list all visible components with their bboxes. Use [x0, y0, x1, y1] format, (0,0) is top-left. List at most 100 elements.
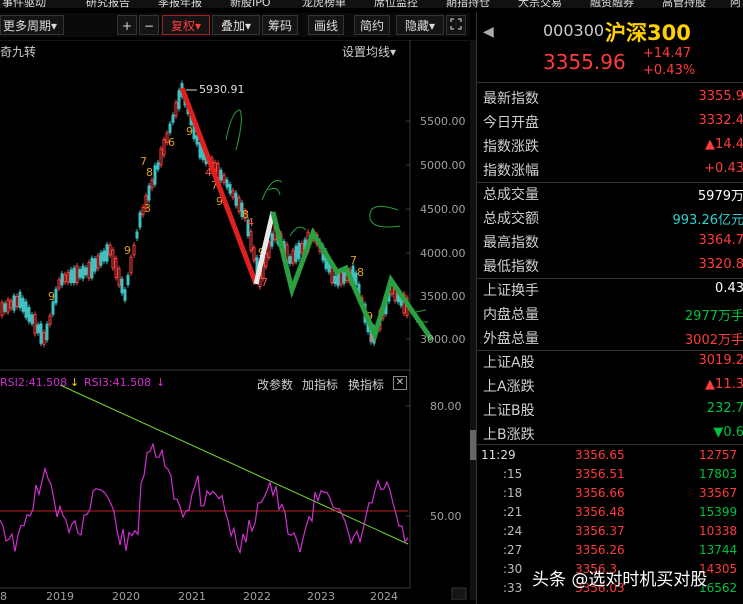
candle-body	[198, 142, 202, 158]
tick-time: :33	[503, 581, 523, 595]
chevron-down-icon: ▾	[194, 19, 202, 33]
menu-item[interactable]: 新股IPO	[230, 0, 271, 8]
zoom-in-button[interactable]: +	[117, 15, 137, 35]
menu-item[interactable]: 期指持仓	[446, 0, 490, 8]
menu-item[interactable]: 研究报告	[86, 0, 130, 8]
stat-label: 上B涨跌	[483, 427, 535, 443]
switch-indicator-button[interactable]: 换指标	[348, 376, 384, 393]
stat-label: 上证B股	[483, 403, 535, 419]
menu-item[interactable]: 高管持股	[662, 0, 706, 8]
adjust-dropdown[interactable]: 复权▾	[162, 15, 210, 35]
candle-body	[102, 250, 106, 262]
candle-body	[57, 279, 61, 289]
tick-price: 3356.51	[575, 467, 625, 481]
tick-row: :27 3356.26 13744	[477, 543, 743, 561]
candle-body	[3, 303, 7, 312]
candle-body	[333, 275, 337, 285]
tick-volume: 12757	[699, 448, 738, 462]
stat-label: 最低指数	[483, 259, 539, 275]
stat-label: 内盘总量	[483, 307, 539, 323]
add-indicator-button[interactable]: 加指标	[302, 376, 338, 393]
candle-body	[195, 135, 199, 145]
candle-body	[270, 233, 274, 247]
y-tick-label: 5000.00	[420, 159, 466, 172]
candle-body	[108, 244, 112, 256]
candle-body	[18, 291, 22, 309]
menu-item[interactable]: 阿	[730, 0, 741, 8]
candle-body	[12, 295, 16, 311]
candle-body	[291, 250, 295, 264]
stat-value: 5979万	[697, 189, 743, 204]
arrow-left-icon[interactable]: ◀	[483, 24, 494, 40]
stat-label: 指数涨幅	[483, 163, 539, 179]
candle-body	[171, 114, 175, 123]
candle-body	[87, 262, 91, 279]
menu-item[interactable]: 融资融券	[590, 0, 634, 8]
tick-time: :24	[503, 524, 523, 538]
stat-value: 2977万手	[684, 309, 743, 324]
change-params-button[interactable]: 改参数	[257, 376, 293, 393]
menu-item[interactable]: 大宗交易	[518, 0, 562, 8]
indicator-name[interactable]: 奇九转	[0, 43, 36, 60]
candle-body	[123, 289, 127, 301]
chart-toolbar: 更多周期▾ + − 复权▾ 叠加▾ 筹码 画线 简约 隐藏▾	[0, 13, 470, 37]
x-tick-label: 2024	[370, 590, 398, 603]
set-ma-button[interactable]: 设置均线▾	[342, 43, 396, 60]
rsi-y-tick: 80.00	[430, 400, 462, 413]
tick-row: :24 3356.37 10338	[477, 524, 743, 542]
candle-body	[81, 265, 85, 279]
candle-body	[51, 301, 55, 315]
candle-body	[60, 273, 64, 286]
candle-body	[27, 306, 31, 322]
stat-label: 最高指数	[483, 235, 539, 251]
tick-volume: 15399	[699, 505, 738, 519]
rsi3-readout: RSI3:41.508	[84, 376, 152, 389]
x-tick-label: 8	[0, 590, 7, 603]
tick-volume: 17803	[699, 467, 738, 481]
candle-body	[231, 190, 235, 198]
rsi-y-tick: 50.00	[430, 510, 462, 523]
tick-price: 3356.26	[575, 543, 625, 557]
stat-value: 3355.9	[698, 89, 743, 104]
stat-value: ▼0.6	[713, 425, 743, 440]
candle-body	[153, 165, 157, 185]
menu-item[interactable]: 龙虎榜单	[302, 0, 346, 8]
candle-body	[99, 252, 103, 266]
fullscreen-button[interactable]	[446, 15, 466, 35]
quote-code: 000300	[543, 21, 605, 40]
menu-item[interactable]: 事件驱动	[2, 0, 46, 8]
candle-body	[48, 315, 52, 325]
tick-time: 11:29	[481, 448, 516, 462]
tick-price: 3356.48	[575, 505, 625, 519]
candle-body	[9, 300, 13, 309]
candle-body	[84, 267, 88, 276]
candle-body	[177, 90, 181, 109]
stat-value: 3019.2	[698, 353, 743, 368]
candle-body	[15, 296, 19, 307]
tick-time: :21	[503, 505, 523, 519]
candle-body	[294, 245, 298, 263]
candle-body	[297, 242, 301, 260]
overlay-dropdown[interactable]: 叠加▾	[212, 15, 260, 35]
y-tick-label: 5500.00	[420, 115, 466, 128]
candle-body	[132, 244, 136, 256]
expand-icon	[450, 18, 462, 30]
menu-item[interactable]: 季报年报	[158, 0, 202, 8]
kline-chart-area[interactable]: 78 69 47 98 49 77 89 89 39 奇九转 设置均线▾ 593…	[0, 40, 470, 603]
stat-value: +0.43	[704, 161, 743, 176]
candle-body	[69, 269, 73, 284]
zoom-out-button[interactable]: −	[139, 15, 159, 35]
draw-line-button[interactable]: 画线	[308, 15, 344, 35]
chips-button[interactable]: 筹码	[262, 15, 298, 35]
menu-item[interactable]: 席位监控	[374, 0, 418, 8]
stat-label: 总成交额	[483, 211, 539, 227]
simple-mode-button[interactable]: 简约	[354, 15, 390, 35]
candle-body	[66, 272, 70, 283]
hide-dropdown[interactable]: 隐藏▾	[396, 15, 444, 35]
stat-label: 上证A股	[483, 355, 535, 371]
candle-body	[114, 258, 118, 278]
stat-value: 3364.7	[698, 233, 743, 248]
close-icon[interactable]: ✕	[393, 376, 407, 390]
candle-body	[339, 272, 343, 285]
period-dropdown[interactable]: 更多周期▾	[0, 15, 64, 35]
